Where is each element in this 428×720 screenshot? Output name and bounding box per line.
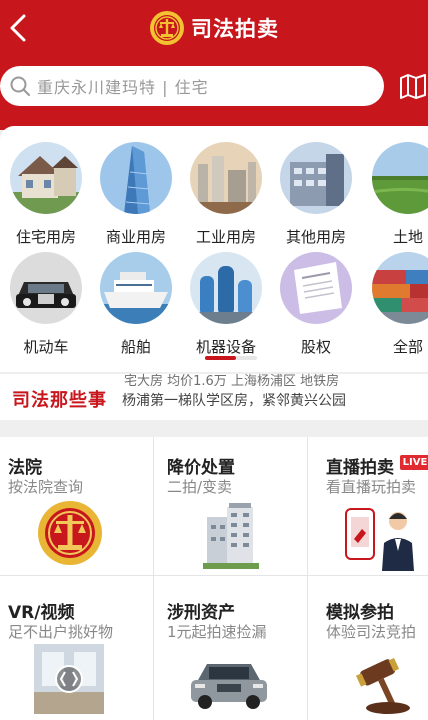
news-ticker-label: 司法那些事 [12,390,107,411]
category-label: 商业用房 [105,228,166,246]
grid-divider [0,575,428,576]
category-item-other-buildings[interactable]: 其他用房 [276,142,356,247]
category-label: 机器设备 [195,338,256,356]
search-icon [10,76,30,96]
machinery-photo [190,252,262,324]
category-label: 土地 [392,228,423,246]
category-label: 住宅用房 [15,228,76,246]
news-headline-current: 杨浦第一梯队学区房，紧邻黄兴公园 [122,393,346,409]
land-photo [372,142,428,214]
search-input[interactable]: 重庆永川建玛特 | 住宅 [0,66,384,106]
category-label: 全部 [392,338,423,356]
service-price-reduction[interactable]: 降价处置 二拍/变卖 [159,437,312,575]
document-photo [280,252,352,324]
category-item-land[interactable]: 土地 [368,142,428,247]
category-scroll-indicator [205,356,257,360]
category-panel: 住宅用房 商业用房 工业用房 其他用房 土地 机动车 船舶 机器设备 股权 全部 [0,126,428,372]
service-subtitle: 二拍/变卖 [167,478,233,496]
gavel-image [355,658,410,714]
page-title: 司法拍卖 [191,17,279,41]
service-subtitle: 按法院查询 [8,478,84,496]
service-title: 模拟参拍 [326,603,394,623]
car-photo [10,252,82,324]
category-item-industrial[interactable]: 工业用房 [186,142,266,247]
category-label: 其他用房 [285,228,346,246]
services-grid: 法院 按法院查询 降价处置 二拍/变卖 直播拍卖 看直播玩拍卖 VR/视频 足不… [0,437,428,720]
service-title: 涉刑资产 [167,603,235,623]
building-photo [280,142,352,214]
category-item-residential[interactable]: 住宅用房 [6,142,86,247]
service-court[interactable]: 法院 按法院查询 [0,437,153,575]
ship-photo [100,252,172,324]
vr-room-image [34,644,104,714]
factory-photo [190,142,262,214]
service-vr-video[interactable]: VR/视频 足不出户挑好物 [0,582,153,720]
category-item-vehicle[interactable]: 机动车 [6,252,86,357]
service-subtitle: 看直播玩拍卖 [326,478,417,496]
category-label: 机动车 [23,338,69,356]
category-scroll-thumb [205,356,237,360]
category-label: 股权 [300,338,331,356]
category-label: 工业用房 [195,228,256,246]
header-bar: 司法拍卖 重庆永川建玛特 | 住宅 [0,0,428,130]
house-photo [10,142,82,214]
news-headline-previous: 宅大房 均价1.6万 上海杨浦区 地铁房 [124,374,340,389]
grid-divider [307,437,308,720]
live-presenter-image [345,508,414,571]
service-title: 降价处置 [167,458,235,478]
service-title: 法院 [8,458,42,478]
containers-photo [372,252,428,324]
service-mock-bidding[interactable]: 模拟参拍 体验司法竞拍 [318,582,428,720]
service-title: VR/视频 [8,603,75,623]
title-group: 司法拍卖 [0,9,428,47]
map-icon[interactable] [398,70,428,102]
search-placeholder: 重庆永川建玛特 | 住宅 [37,78,209,97]
skyscraper-photo [100,142,172,214]
service-subtitle: 1元起拍速捡漏 [167,623,267,641]
court-emblem-icon [38,501,102,565]
category-label: 船舶 [120,338,151,356]
category-item-ship[interactable]: 船舶 [96,252,176,357]
suv-image [191,664,267,709]
apartment-building-image [203,503,259,569]
news-ticker[interactable]: 司法那些事 宅大房 均价1.6万 上海杨浦区 地铁房 杨浦第一梯队学区房，紧邻黄… [0,374,428,420]
service-subtitle: 体验司法竞拍 [326,623,417,641]
category-item-commercial[interactable]: 商业用房 [96,142,176,247]
service-title: 直播拍卖 [326,458,394,478]
court-emblem-icon [150,11,184,45]
live-badge: LIVE [400,455,428,470]
category-item-machinery[interactable]: 机器设备 [186,252,266,357]
service-criminal-assets[interactable]: 涉刑资产 1元起拍速捡漏 [159,582,312,720]
category-item-equity[interactable]: 股权 [276,252,356,357]
service-subtitle: 足不出户挑好物 [8,623,114,641]
category-item-all[interactable]: 全部 [368,252,428,357]
grid-divider [153,437,154,720]
